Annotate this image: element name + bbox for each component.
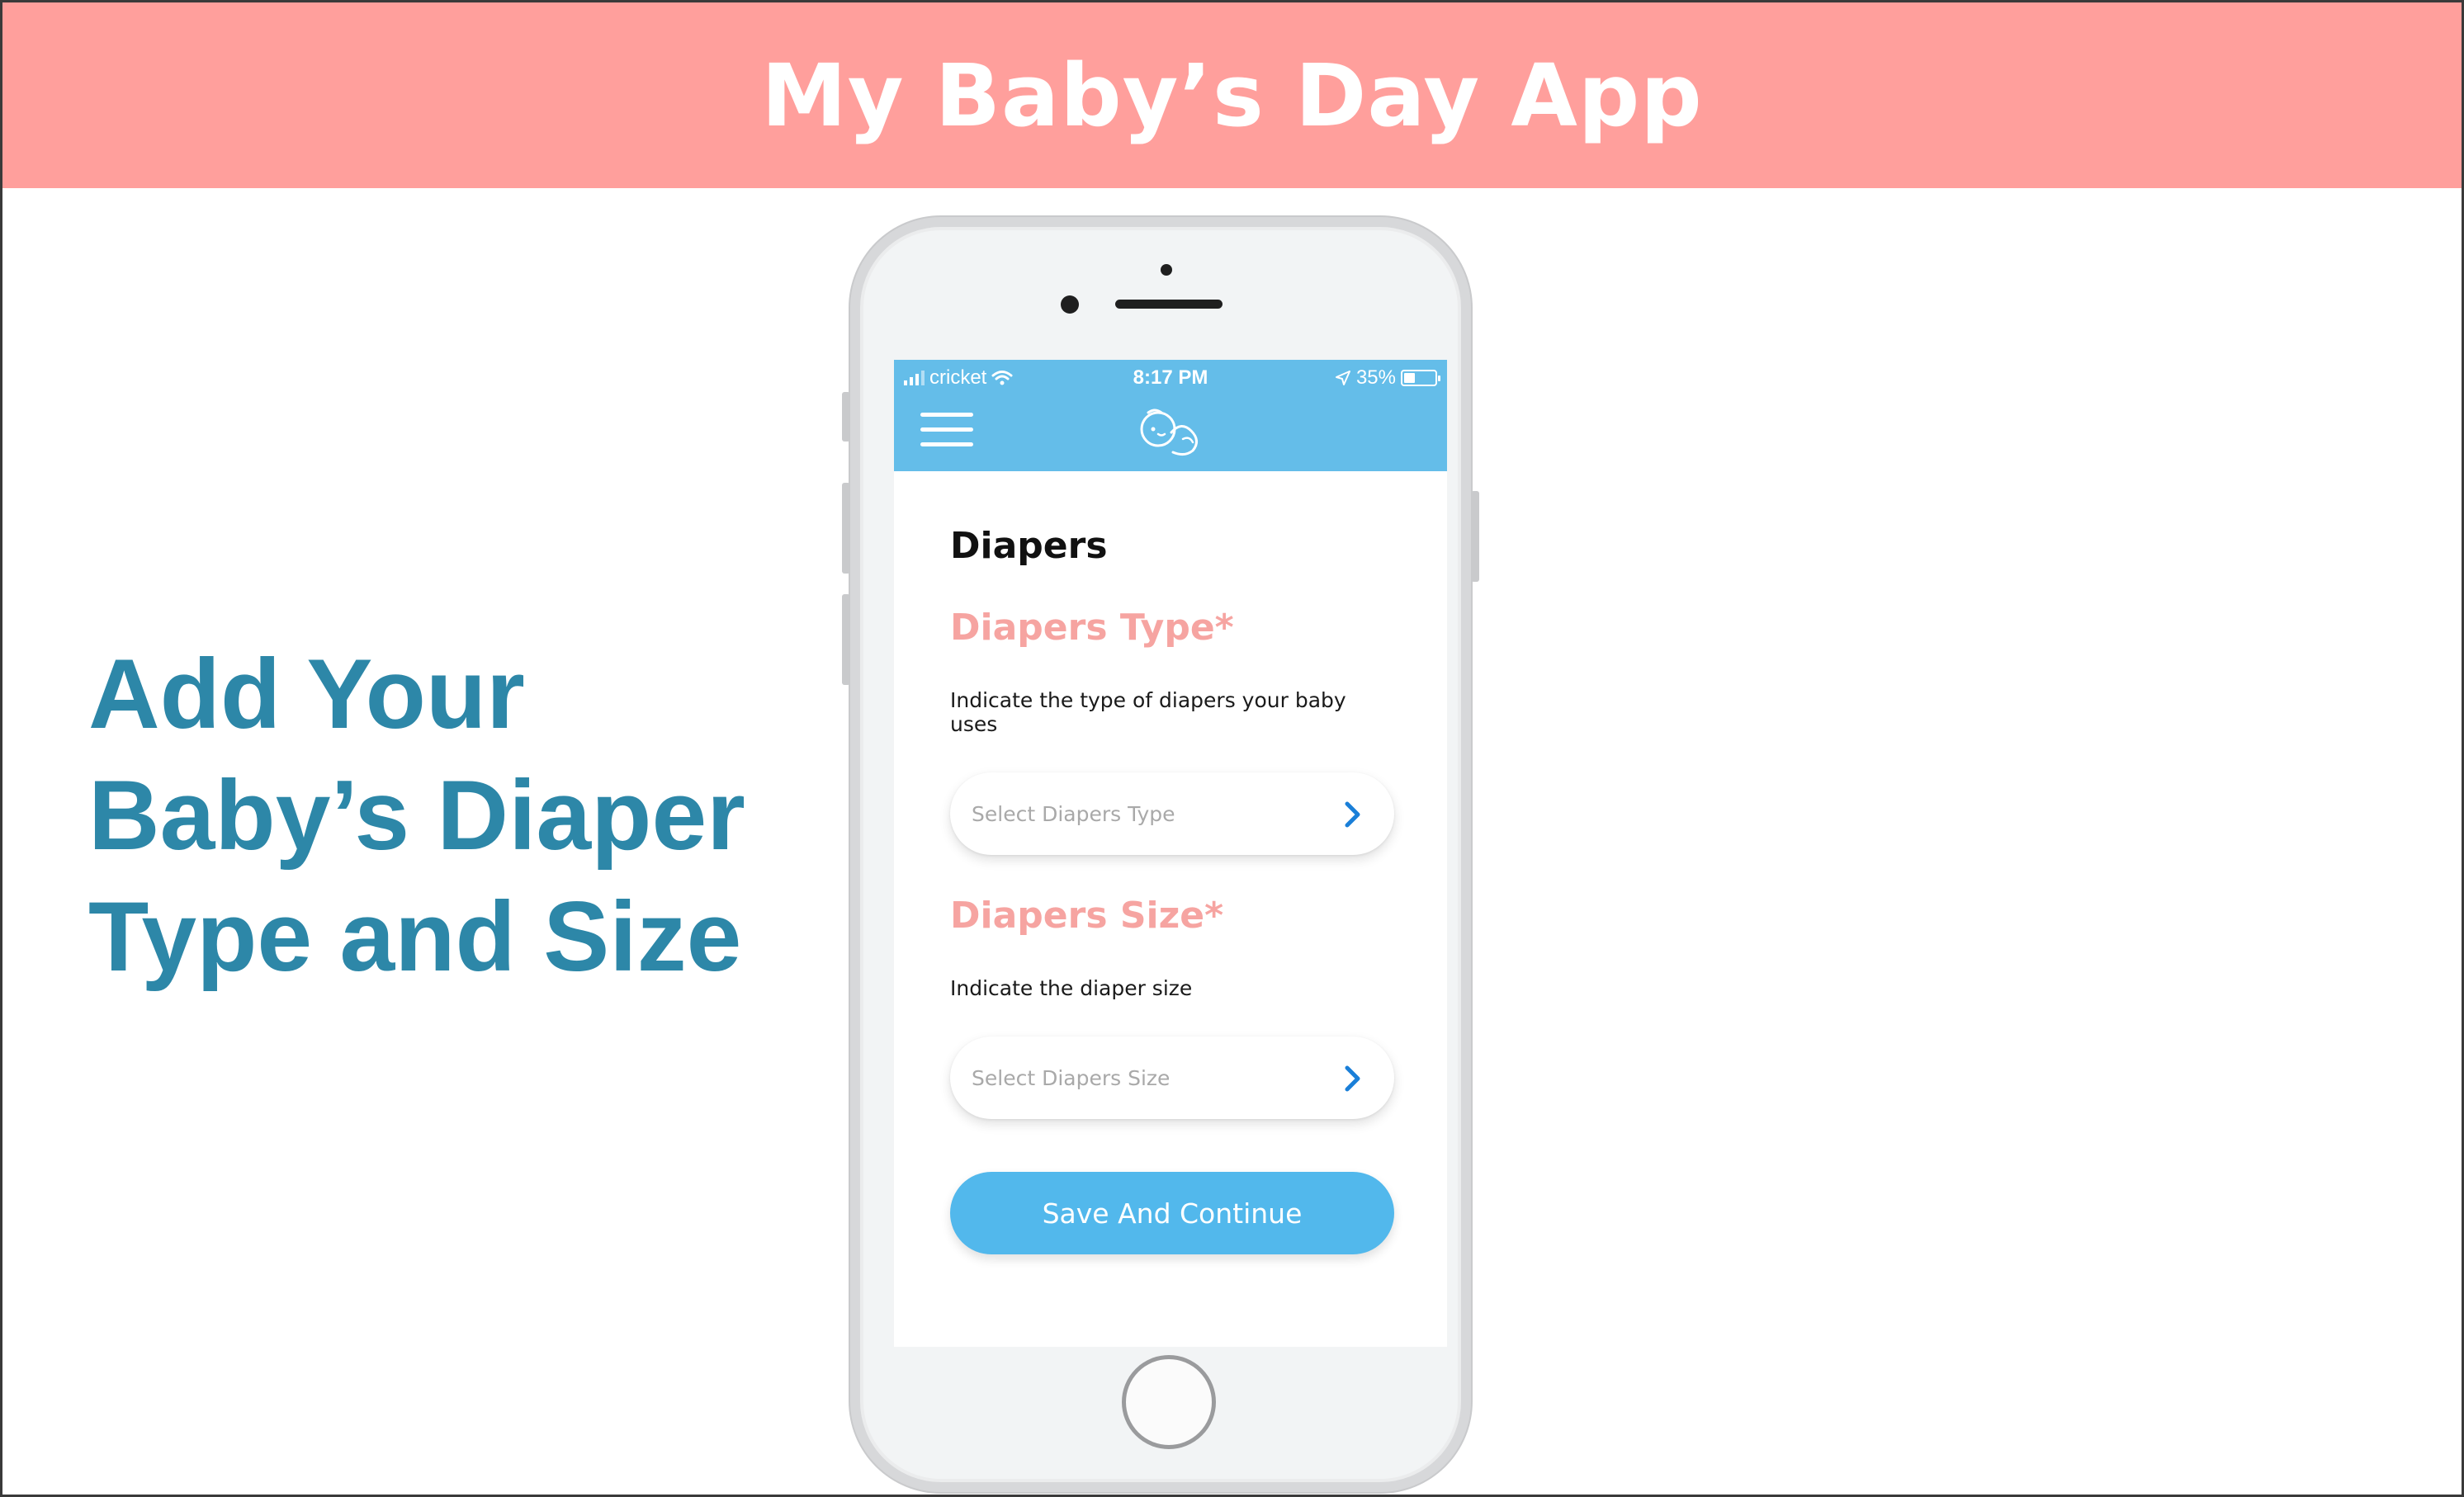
front-camera <box>1061 295 1079 314</box>
battery-fill <box>1404 373 1415 383</box>
home-button[interactable] <box>1122 1355 1216 1449</box>
earpiece-speaker <box>1115 300 1223 309</box>
headline-line-3: Type and Size <box>88 881 742 992</box>
diapers-type-hint: Indicate the type of diapers your baby u… <box>950 688 1346 736</box>
hamburger-menu-icon[interactable] <box>920 413 973 449</box>
power-button <box>1471 491 1479 582</box>
volume-down-button <box>842 594 850 685</box>
save-and-continue-button[interactable]: Save And Continue <box>950 1172 1394 1254</box>
diapers-size-label: Diapers Size* <box>950 895 1224 937</box>
banner-title: My Baby’s Day App <box>761 45 1703 146</box>
app-bar: cricket 8:17 PM 35% <box>894 360 1447 471</box>
proximity-sensor <box>1161 264 1172 276</box>
phone-screen: cricket 8:17 PM 35% Diapers Diapers Type… <box>894 360 1447 1347</box>
diapers-size-placeholder: Select Diapers Size <box>972 1065 1171 1090</box>
chevron-right-icon <box>1345 1065 1360 1092</box>
volume-up-button <box>842 483 850 574</box>
feature-headline: Add Your Baby’s Diaper Type and Size <box>88 634 831 998</box>
diapers-size-hint: Indicate the diaper size <box>950 976 1193 1000</box>
status-bar: cricket 8:17 PM 35% <box>894 360 1447 396</box>
slide-frame: My Baby’s Day App Add Your Baby’s Diaper… <box>0 0 2464 1497</box>
chevron-right-icon <box>1345 801 1360 828</box>
headline-line-1: Add Your <box>88 639 525 749</box>
diapers-type-label: Diapers Type* <box>950 607 1234 649</box>
baby-logo-icon <box>1140 408 1198 456</box>
battery-icon <box>1401 370 1440 386</box>
location-arrow-icon <box>1335 371 1350 385</box>
mute-switch <box>842 392 850 442</box>
title-banner: My Baby’s Day App <box>2 2 2462 188</box>
page-title: Diapers <box>950 525 1108 567</box>
diapers-size-select[interactable]: Select Diapers Size <box>950 1037 1394 1119</box>
diapers-type-placeholder: Select Diapers Type <box>972 801 1175 826</box>
phone-mockup: cricket 8:17 PM 35% Diapers Diapers Type… <box>842 217 1479 1492</box>
headline-line-2: Baby’s Diaper <box>88 760 745 871</box>
status-right: 35% <box>1335 366 1440 390</box>
diapers-form: Diapers Diapers Type* Indicate the type … <box>950 525 1396 1254</box>
diapers-type-select[interactable]: Select Diapers Type <box>950 772 1394 855</box>
battery-percent: 35% <box>1355 366 1396 389</box>
